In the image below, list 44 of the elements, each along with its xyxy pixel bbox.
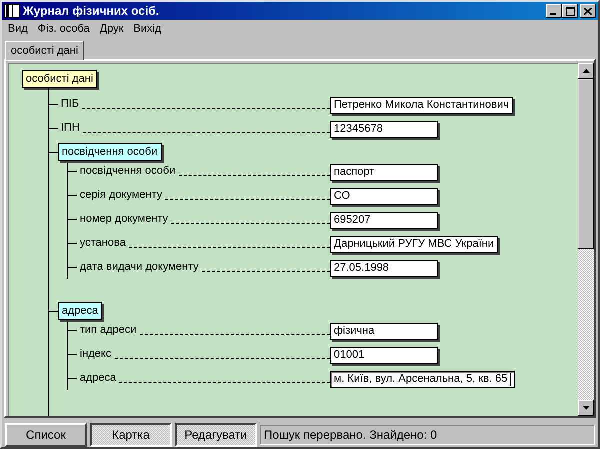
field-label: посвідчення особи [80,165,176,177]
input-field[interactable]: Дарницький РУГУ МВС України [330,236,498,252]
field-label: індекс [80,348,112,360]
scroll-down-button[interactable] [578,400,594,416]
tree-node[interactable]: особисті дані [22,70,98,88]
field-label: адреса [80,372,116,384]
status-bar: Пошук перервано. Знайдено: 0 [260,425,595,445]
field-label: установа [80,237,126,249]
maximize-icon [566,6,574,16]
input-field[interactable]: СО [330,188,438,204]
input-field[interactable]: фізична [330,322,438,340]
input-field[interactable]: м. Київ, вул. Арсенальна, 5, кв. 65 [330,370,515,388]
field-label: ІПН [61,122,80,134]
book-icon [4,4,20,18]
input-field[interactable]: Петренко Микола Константинович [330,96,514,114]
menu-item[interactable]: Вид [8,22,28,34]
field-label: ПІБ [61,98,80,110]
down-arrow-icon [582,406,590,410]
tree-node[interactable]: посвідчення особи [58,143,162,161]
field-label: серія документу [80,189,162,201]
field-label: номер документу [80,213,168,225]
close-button[interactable] [580,4,596,18]
toolbar-button[interactable]: Картка [90,423,172,447]
input-field[interactable]: 695207 [330,212,438,228]
input-field[interactable]: паспорт [330,164,438,180]
input-field[interactable]: 12345678 [330,120,438,138]
toolbar-button[interactable]: Список [5,423,87,447]
window-title: Журнал фізичних осіб. [23,4,160,18]
scroll-up-button[interactable] [578,63,594,79]
tree-node[interactable]: адреса [58,302,102,320]
input-field[interactable]: 01001 [330,346,438,364]
input-field[interactable]: 27.05.1998 [330,260,438,276]
menu-item[interactable]: Фіз. особа [38,22,90,34]
toolbar-button[interactable]: Редагувати [175,423,257,447]
menu-item[interactable]: Вихід [134,22,162,34]
field-label: дата видачи документу [80,261,199,273]
tab[interactable]: особисті дані [5,41,84,60]
scrollbar-thumb[interactable] [578,79,594,249]
up-arrow-icon [582,69,590,73]
close-icon [584,8,592,14]
menu-item[interactable]: Друк [100,22,124,34]
maximize-button[interactable] [562,4,578,18]
minimize-button[interactable] [546,4,562,18]
field-label: тип адреси [80,324,137,336]
